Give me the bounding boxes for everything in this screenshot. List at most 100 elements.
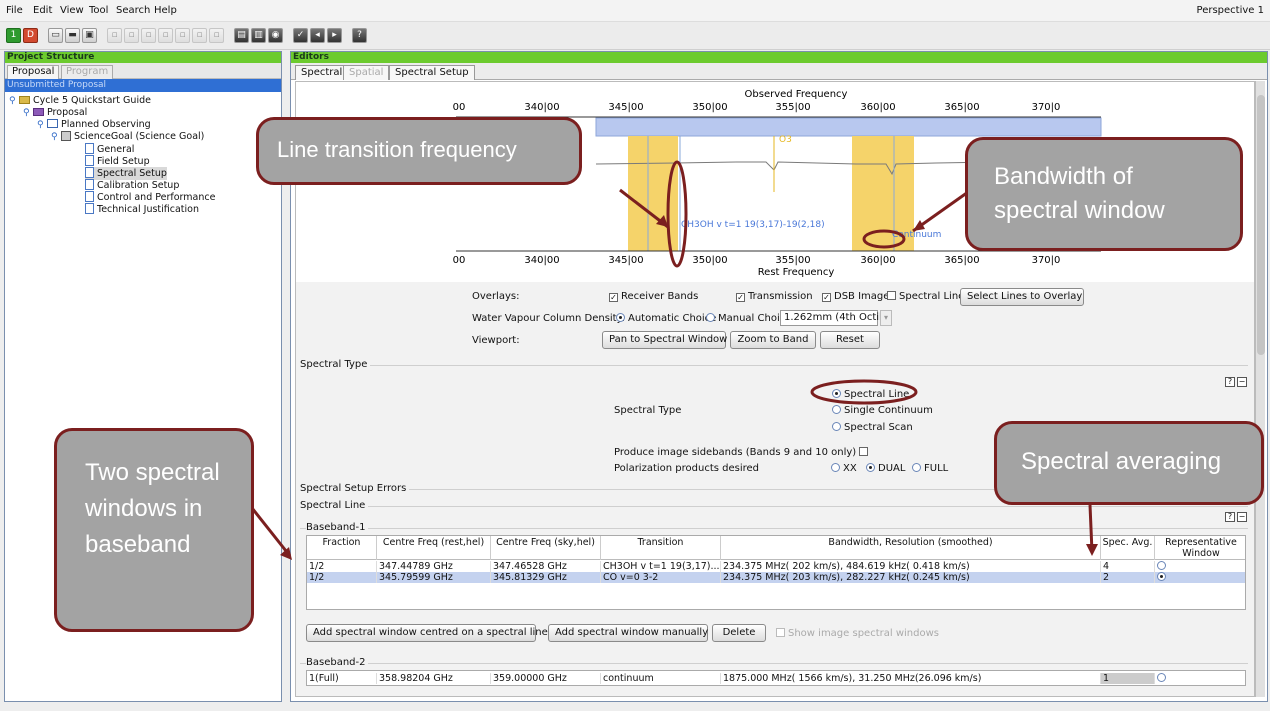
tab-spectral[interactable]: Spectral	[295, 65, 349, 80]
checkbox-checked-icon[interactable]: ✓	[822, 293, 831, 302]
radio-empty-icon[interactable]	[832, 405, 841, 414]
previous-icon[interactable]: ◂	[310, 28, 325, 43]
column-header[interactable]: Bandwidth, Resolution (smoothed)	[721, 536, 1101, 560]
cell-representative[interactable]	[1155, 673, 1247, 684]
cell-bandwidth[interactable]: 234.375 MHz( 202 km/s), 484.619 kHz( 0.4…	[721, 561, 1101, 572]
perspective-3-icon[interactable]: ◉	[268, 28, 283, 43]
add-spectral-window-manual-button[interactable]: Add spectral window manually	[548, 624, 708, 642]
collapse-icon[interactable]: −	[1237, 512, 1247, 522]
radio-selected-icon[interactable]	[1157, 572, 1166, 581]
manual-choice-radio[interactable]: Manual Choice	[706, 313, 791, 324]
single-continuum-radio[interactable]: Single Continuum	[832, 405, 933, 416]
pdf-icon[interactable]: D	[23, 28, 38, 43]
perspective-1-icon[interactable]: ▤	[234, 28, 249, 43]
cell-transition[interactable]: CH3OH v t=1 19(3,17)...	[601, 561, 721, 572]
pol-xx-radio[interactable]: XX	[831, 463, 857, 474]
tab-proposal[interactable]: Proposal	[7, 65, 60, 79]
column-header[interactable]: Spec. Avg.	[1101, 536, 1155, 560]
folder-icon[interactable]: ▬	[65, 28, 80, 43]
menu-tool[interactable]: Tool	[89, 5, 108, 16]
pan-to-spectral-window-button[interactable]: Pan to Spectral Window	[602, 331, 727, 349]
next-icon[interactable]: ▸	[327, 28, 342, 43]
perspective-2-icon[interactable]: ▥	[251, 28, 266, 43]
pol-dual-radio[interactable]: DUAL	[866, 463, 905, 474]
disabled-tool-3-icon[interactable]: ▫	[141, 28, 156, 43]
tree-item-science-goal[interactable]: ⚲ ScienceGoal (Science Goal)	[51, 131, 204, 143]
receiver-bands-checkbox[interactable]: ✓ Receiver Bands	[609, 291, 698, 302]
expand-icon[interactable]: ⚲	[9, 95, 19, 107]
disabled-tool-6-icon[interactable]: ▫	[192, 28, 207, 43]
help-icon[interactable]: ?	[1225, 512, 1235, 522]
select-lines-button[interactable]: Select Lines to Overlay	[960, 288, 1084, 306]
menu-search[interactable]: Search	[116, 5, 150, 16]
column-header[interactable]: Centre Freq (rest,hel)	[377, 536, 491, 560]
show-image-windows-checkbox[interactable]: Show image spectral windows	[776, 628, 939, 639]
menu-file[interactable]: File	[6, 5, 23, 16]
cell-transition[interactable]: CO v=0 3-2	[601, 572, 721, 583]
cell-spec-avg[interactable]: 4	[1101, 561, 1155, 572]
radio-selected-icon[interactable]	[616, 313, 625, 322]
tree-item-cycle5[interactable]: ⚲ Cycle 5 Quickstart Guide	[9, 95, 151, 107]
tree-item-technical-justification[interactable]: Technical Justification	[85, 203, 199, 216]
radio-empty-icon[interactable]	[706, 313, 715, 322]
help-icon[interactable]: ?	[352, 28, 367, 43]
scrollbar-thumb[interactable]	[1257, 95, 1265, 355]
cell-sky-freq[interactable]: 345.81329 GHz	[491, 572, 601, 583]
menu-view[interactable]: View	[60, 5, 84, 16]
chevron-down-icon[interactable]: ▾	[880, 310, 892, 326]
disabled-tool-2-icon[interactable]: ▫	[124, 28, 139, 43]
disabled-tool-4-icon[interactable]: ▫	[158, 28, 173, 43]
open-icon[interactable]: ▭	[48, 28, 63, 43]
zoom-to-band-button[interactable]: Zoom to Band	[730, 331, 816, 349]
help-icon[interactable]: ?	[1225, 377, 1235, 387]
radio-empty-icon[interactable]	[832, 422, 841, 431]
table-row[interactable]: 1(Full) 358.98204 GHz 359.00000 GHz cont…	[307, 673, 1245, 684]
cell-representative[interactable]	[1155, 572, 1247, 583]
expand-icon[interactable]: ⚲	[37, 119, 47, 131]
column-header[interactable]: Fraction	[307, 536, 377, 560]
cell-fraction[interactable]: 1/2	[307, 572, 377, 583]
add-spectral-window-line-button[interactable]: Add spectral window centred on a spectra…	[306, 624, 548, 642]
table-row[interactable]: 1/2 347.44789 GHz 347.46528 GHz CH3OH v …	[307, 561, 1245, 572]
pol-full-radio[interactable]: FULL	[912, 463, 948, 474]
new-icon[interactable]: 1	[6, 28, 21, 43]
tab-spatial[interactable]: Spatial	[343, 65, 390, 80]
radio-selected-icon[interactable]	[832, 389, 841, 398]
column-header[interactable]: Transition	[601, 536, 721, 560]
dsb-image-checkbox[interactable]: ✓ DSB Image	[822, 291, 889, 302]
radio-empty-icon[interactable]	[1157, 561, 1166, 570]
tab-program[interactable]: Program	[61, 65, 114, 79]
cell-rest-freq[interactable]: 358.98204 GHz	[377, 673, 491, 684]
disabled-tool-1-icon[interactable]: ▫	[107, 28, 122, 43]
transmission-checkbox[interactable]: ✓ Transmission	[736, 291, 813, 302]
radio-empty-icon[interactable]	[831, 463, 840, 472]
checkbox-checked-icon[interactable]: ✓	[736, 293, 745, 302]
cell-representative[interactable]	[1155, 561, 1247, 572]
checkbox-checked-icon[interactable]: ✓	[609, 293, 618, 302]
tree-item-proposal[interactable]: ⚲ Proposal	[23, 107, 87, 119]
cell-spec-avg[interactable]: 2	[1101, 572, 1155, 583]
tree-root-header[interactable]: Unsubmitted Proposal	[5, 79, 281, 92]
tab-spectral-setup[interactable]: Spectral Setup	[389, 65, 475, 80]
cell-sky-freq[interactable]: 359.00000 GHz	[491, 673, 601, 684]
reset-button[interactable]: Reset	[820, 331, 880, 349]
column-header[interactable]: Centre Freq (sky,hel)	[491, 536, 601, 560]
cell-fraction[interactable]: 1/2	[307, 561, 377, 572]
automatic-choice-radio[interactable]: Automatic Choice	[616, 313, 716, 324]
tree-item-planned-observing[interactable]: ⚲ Planned Observing	[37, 119, 151, 131]
cell-spec-avg[interactable]: 1	[1101, 673, 1155, 684]
validate-icon[interactable]: ✓	[293, 28, 308, 43]
disabled-tool-5-icon[interactable]: ▫	[175, 28, 190, 43]
spectral-scan-radio[interactable]: Spectral Scan	[832, 422, 913, 433]
radio-selected-icon[interactable]	[866, 463, 875, 472]
save-icon[interactable]: ▣	[82, 28, 97, 43]
checkbox-empty-icon[interactable]	[887, 291, 896, 300]
cell-rest-freq[interactable]: 345.79599 GHz	[377, 572, 491, 583]
spectral-lines-checkbox[interactable]: Spectral Lines	[887, 291, 970, 302]
cell-rest-freq[interactable]: 347.44789 GHz	[377, 561, 491, 572]
spectral-line-radio[interactable]: Spectral Line	[832, 389, 909, 400]
cell-bandwidth[interactable]: 1875.000 MHz( 1566 km/s), 31.250 MHz(26.…	[721, 673, 1101, 684]
cell-transition[interactable]: continuum	[601, 673, 721, 684]
expand-icon[interactable]: ⚲	[51, 131, 61, 143]
delete-button[interactable]: Delete	[712, 624, 766, 642]
